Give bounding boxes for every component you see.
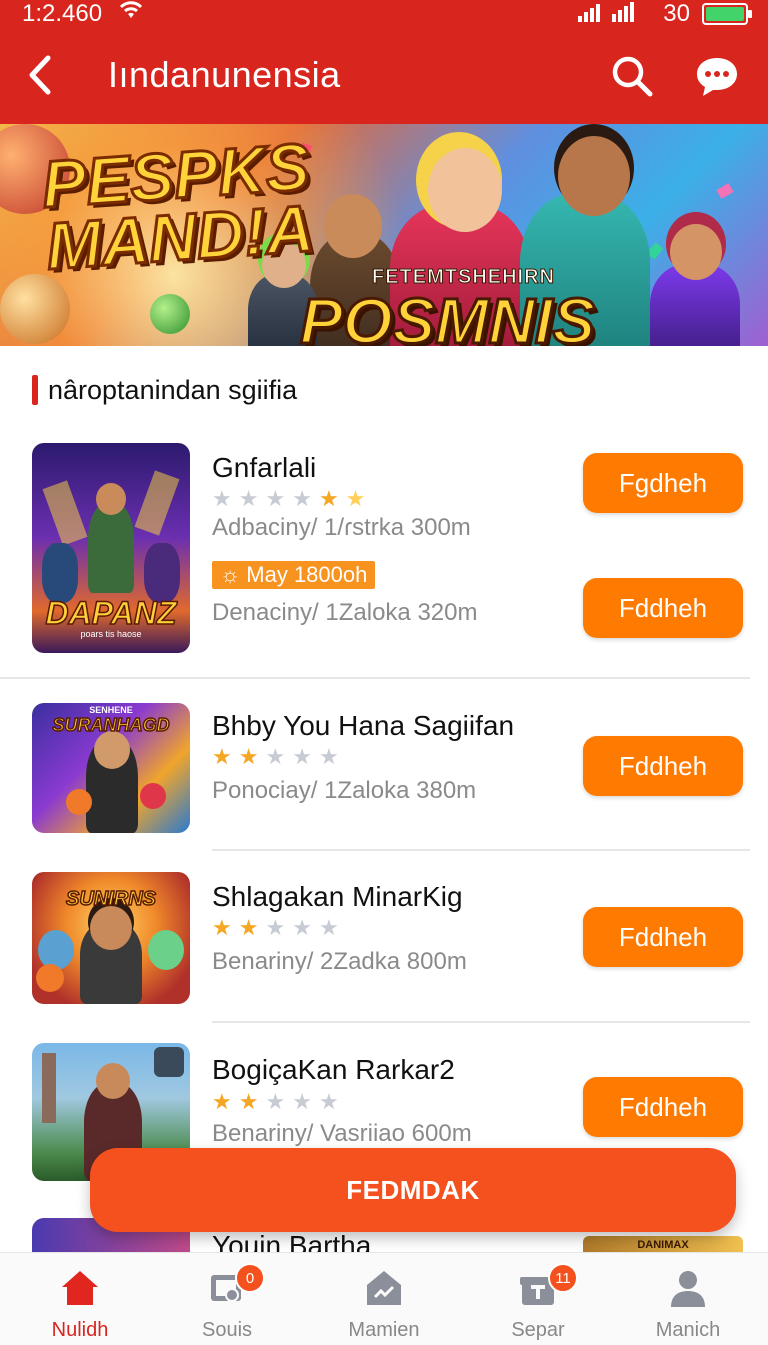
game-thumbnail[interactable]: SUNIRNS [32, 872, 190, 1004]
game-meta: Benariny/ Vasriiao 600m [212, 1120, 472, 1147]
floating-cta-button[interactable]: FEDMDAK [90, 1148, 736, 1232]
home-icon [62, 1271, 98, 1305]
star-icon: ★ [238, 1089, 266, 1114]
game-title: Bhby You Hana Sagiifan [212, 710, 515, 741]
app-header: Iındanunensia [0, 28, 768, 124]
notification-badge: 11 [548, 1263, 578, 1293]
star-icon: ★ [292, 1089, 319, 1114]
star-icon: ★ [212, 915, 239, 940]
game-title: Shlagakan MinarKig [212, 881, 463, 912]
nav-item-separ[interactable]: 11 Separ [468, 1253, 608, 1345]
action-button[interactable]: Fddheh [583, 578, 743, 638]
promo-badge: ☼ May 1800oh [212, 561, 376, 589]
rating-stars: ★★★★★ [212, 1089, 346, 1115]
game-meta: Benariny/ 2Zadka 800m [212, 948, 467, 975]
nav-label: Manich [655, 1319, 721, 1341]
wifi-icon [118, 0, 144, 26]
star-icon: ★ [318, 744, 346, 769]
divider [212, 849, 750, 851]
star-icon: ★ [238, 915, 266, 940]
star-icon: ★ [212, 486, 239, 511]
chat-bubble-icon [697, 58, 737, 96]
person-icon [671, 1271, 705, 1307]
game-thumbnail[interactable]: DAPANZ poars tis haose [32, 443, 190, 653]
section-title: nâroptanindan sgiifia [48, 374, 298, 405]
banner-logo-secondary: POSMNIS [298, 284, 596, 347]
nav-label: Nulidh [51, 1319, 109, 1341]
battery-icon [702, 3, 752, 25]
star-icon: ★ [292, 744, 319, 769]
bottom-navigation: Nulidh 0 Souis Mamien 11 Separ Manich [0, 1252, 768, 1345]
promo-banner[interactable]: PESPKS MAND!A FETEMTSHEHIRN POSMNIS [0, 124, 768, 346]
divider [0, 677, 750, 679]
character-illustration [558, 136, 630, 216]
chat-button[interactable] [692, 52, 742, 102]
chevron-left-icon [29, 55, 51, 95]
action-button[interactable]: Fddheh [583, 736, 743, 796]
star-icon: ★ [265, 744, 293, 769]
star-icon: ★ [238, 744, 266, 769]
house-chart-icon [367, 1271, 401, 1305]
star-icon: ★ [318, 486, 346, 511]
rating-stars: ★★★★★ [212, 915, 346, 941]
star-icon: ★ [265, 486, 293, 511]
battery-level: 30 [663, 0, 690, 27]
game-title: Gnfarlali [212, 452, 317, 483]
game-title: BogiçaKan Rarkar2 [212, 1054, 455, 1085]
nav-item-manich[interactable]: Manich [618, 1253, 758, 1345]
status-time: 1:2.460 [22, 0, 103, 27]
search-button[interactable] [608, 52, 656, 100]
ball-decoration [0, 274, 70, 344]
star-icon: ★ [212, 1089, 239, 1114]
game-meta: Denaciny/ 1Zaloka 320m [212, 599, 478, 626]
back-button[interactable] [22, 50, 62, 100]
star-icon: ★ [292, 915, 319, 940]
rating-stars: ★★★★★★ [212, 486, 372, 512]
game-thumbnail[interactable]: SENHENE SURANHAGD [32, 703, 190, 833]
action-button[interactable]: Fddheh [583, 1077, 743, 1137]
section-header: nâroptanindan sgiifia [32, 372, 297, 408]
star-icon: ★ [212, 744, 239, 769]
banner-logo: PESPKS MAND!A [38, 127, 317, 284]
signal-icon [578, 2, 640, 27]
game-meta: Ponociay/ 1Zaloka 380m [212, 777, 477, 804]
nav-item-souis[interactable]: 0 Souis [157, 1253, 297, 1345]
star-icon: ★ [265, 915, 293, 940]
character-illustration [324, 194, 382, 258]
action-button[interactable]: Fddheh [583, 907, 743, 967]
status-bar: 1:2.460 30 [0, 0, 768, 28]
character-illustration [670, 224, 722, 280]
notification-badge: 0 [235, 1263, 265, 1293]
page-title: Iındanunensia [108, 54, 341, 95]
character-illustration [428, 148, 502, 232]
nav-item-home[interactable]: Nulidh [10, 1253, 150, 1345]
star-icon: ★ [292, 486, 319, 511]
star-icon: ★ [318, 1089, 346, 1114]
star-icon: ★ [265, 1089, 293, 1114]
star-icon: ★ [238, 486, 266, 511]
star-icon: ★ [318, 915, 346, 940]
rating-stars: ★★★★★ [212, 744, 346, 770]
star-icon: ★ [345, 486, 373, 511]
section-accent-bar [32, 375, 38, 405]
ball-decoration [150, 294, 190, 334]
nav-item-mamien[interactable]: Mamien [314, 1253, 454, 1345]
search-icon [612, 56, 653, 97]
action-button[interactable]: Fgdheh [583, 453, 743, 513]
game-meta: Adbaciny/ 1/ɾstrka 300m [212, 514, 471, 541]
nav-label: Mamien [348, 1319, 420, 1341]
divider [212, 1021, 750, 1023]
nav-label: Separ [511, 1319, 565, 1341]
nav-label: Souis [201, 1319, 253, 1341]
